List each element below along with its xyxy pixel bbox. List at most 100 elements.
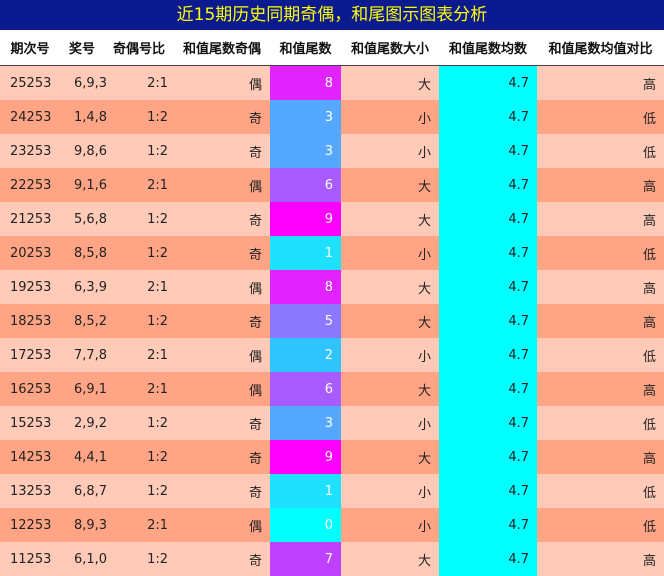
- cell-issue: 16253: [0, 372, 60, 406]
- cell-compare: 高: [537, 270, 664, 304]
- cell-numbers: 9,8,6: [60, 134, 107, 168]
- cell-compare: 低: [537, 100, 664, 134]
- cell-size: 大: [341, 202, 439, 236]
- cell-avg: 4.7: [439, 508, 537, 542]
- cell-avg: 4.7: [439, 65, 537, 100]
- table-row: 14253 4,4,1 1:2 奇 9 大 4.7 高: [0, 440, 664, 474]
- cell-issue: 13253: [0, 474, 60, 508]
- table-row: 16253 6,9,1 2:1 偶 6 大 4.7 高: [0, 372, 664, 406]
- cell-tail: 3: [270, 406, 341, 440]
- table-title: 近15期历史同期奇偶，和尾图示图表分析: [0, 0, 664, 30]
- cell-tail: 0: [270, 508, 341, 542]
- cell-compare: 低: [537, 474, 664, 508]
- cell-size: 大: [341, 270, 439, 304]
- cell-ratio: 2:1: [104, 508, 174, 542]
- cell-tail: 1: [270, 236, 341, 270]
- analysis-table: 期次号 奖号 奇偶号比 和值尾数奇偶 和值尾数 和值尾数大小 和值尾数均数 和值…: [0, 30, 664, 576]
- cell-tail: 3: [270, 100, 341, 134]
- cell-issue: 20253: [0, 236, 60, 270]
- cell-parity: 偶: [174, 270, 270, 304]
- cell-numbers: 8,5,2: [60, 304, 107, 338]
- cell-compare: 高: [537, 168, 664, 202]
- cell-parity: 奇: [174, 236, 270, 270]
- header-numbers: 奖号: [60, 30, 104, 66]
- cell-avg: 4.7: [439, 406, 537, 440]
- cell-tail: 6: [270, 168, 341, 202]
- table-row: 11253 6,1,0 1:2 奇 7 大 4.7 高: [0, 542, 664, 576]
- cell-avg: 4.7: [439, 338, 537, 372]
- cell-avg: 4.7: [439, 202, 537, 236]
- cell-avg: 4.7: [439, 474, 537, 508]
- cell-numbers: 6,1,0: [60, 542, 107, 576]
- cell-avg: 4.7: [439, 236, 537, 270]
- cell-tail: 8: [270, 65, 341, 100]
- cell-compare: 高: [537, 304, 664, 338]
- header-avg: 和值尾数均数: [439, 30, 537, 66]
- cell-issue: 18253: [0, 304, 60, 338]
- cell-compare: 高: [537, 202, 664, 236]
- cell-ratio: 2:1: [104, 338, 174, 372]
- cell-parity: 奇: [174, 406, 270, 440]
- cell-ratio: 1:2: [104, 134, 174, 168]
- cell-numbers: 8,5,8: [60, 236, 107, 270]
- cell-ratio: 1:2: [104, 236, 174, 270]
- cell-numbers: 6,3,9: [60, 270, 107, 304]
- cell-ratio: 1:2: [104, 304, 174, 338]
- table-row: 17253 7,7,8 2:1 偶 2 小 4.7 低: [0, 338, 664, 372]
- cell-numbers: 1,4,8: [60, 100, 107, 134]
- cell-avg: 4.7: [439, 168, 537, 202]
- cell-parity: 奇: [174, 304, 270, 338]
- table-row: 19253 6,3,9 2:1 偶 8 大 4.7 高: [0, 270, 664, 304]
- cell-ratio: 1:2: [104, 202, 174, 236]
- cell-compare: 高: [537, 372, 664, 406]
- cell-numbers: 7,7,8: [60, 338, 107, 372]
- cell-parity: 偶: [174, 168, 270, 202]
- header-compare: 和值尾数均值对比: [537, 30, 664, 66]
- header-ratio: 奇偶号比: [104, 30, 174, 66]
- cell-issue: 21253: [0, 202, 60, 236]
- cell-ratio: 2:1: [104, 372, 174, 406]
- cell-numbers: 8,9,3: [60, 508, 107, 542]
- cell-compare: 低: [537, 134, 664, 168]
- header-row: 期次号 奖号 奇偶号比 和值尾数奇偶 和值尾数 和值尾数大小 和值尾数均数 和值…: [0, 30, 664, 66]
- table-row: 12253 8,9,3 2:1 偶 0 小 4.7 低: [0, 508, 664, 542]
- cell-ratio: 1:2: [104, 474, 174, 508]
- header-tail: 和值尾数: [270, 30, 341, 66]
- cell-parity: 奇: [174, 474, 270, 508]
- cell-issue: 14253: [0, 440, 60, 474]
- table-row: 23253 9,8,6 1:2 奇 3 小 4.7 低: [0, 134, 664, 168]
- cell-compare: 高: [537, 542, 664, 576]
- cell-avg: 4.7: [439, 440, 537, 474]
- cell-parity: 偶: [174, 508, 270, 542]
- table-row: 21253 5,6,8 1:2 奇 9 大 4.7 高: [0, 202, 664, 236]
- cell-compare: 高: [537, 440, 664, 474]
- cell-ratio: 1:2: [104, 440, 174, 474]
- cell-parity: 奇: [174, 542, 270, 576]
- cell-parity: 奇: [174, 100, 270, 134]
- table-row: 20253 8,5,8 1:2 奇 1 小 4.7 低: [0, 236, 664, 270]
- cell-tail: 1: [270, 474, 341, 508]
- cell-tail: 6: [270, 372, 341, 406]
- cell-numbers: 6,8,7: [60, 474, 107, 508]
- cell-size: 小: [341, 134, 439, 168]
- cell-issue: 17253: [0, 338, 60, 372]
- cell-size: 大: [341, 372, 439, 406]
- cell-size: 小: [341, 474, 439, 508]
- cell-tail: 3: [270, 134, 341, 168]
- cell-numbers: 9,1,6: [60, 168, 107, 202]
- cell-issue: 23253: [0, 134, 60, 168]
- table-row: 22253 9,1,6 2:1 偶 6 大 4.7 高: [0, 168, 664, 202]
- cell-parity: 偶: [174, 65, 270, 100]
- cell-size: 大: [341, 542, 439, 576]
- cell-ratio: 1:2: [104, 406, 174, 440]
- cell-issue: 22253: [0, 168, 60, 202]
- cell-issue: 25253: [0, 65, 60, 100]
- cell-numbers: 6,9,3: [60, 65, 107, 100]
- cell-parity: 偶: [174, 372, 270, 406]
- cell-compare: 高: [537, 65, 664, 100]
- cell-size: 小: [341, 236, 439, 270]
- cell-tail: 7: [270, 542, 341, 576]
- cell-issue: 12253: [0, 508, 60, 542]
- cell-avg: 4.7: [439, 134, 537, 168]
- cell-numbers: 6,9,1: [60, 372, 107, 406]
